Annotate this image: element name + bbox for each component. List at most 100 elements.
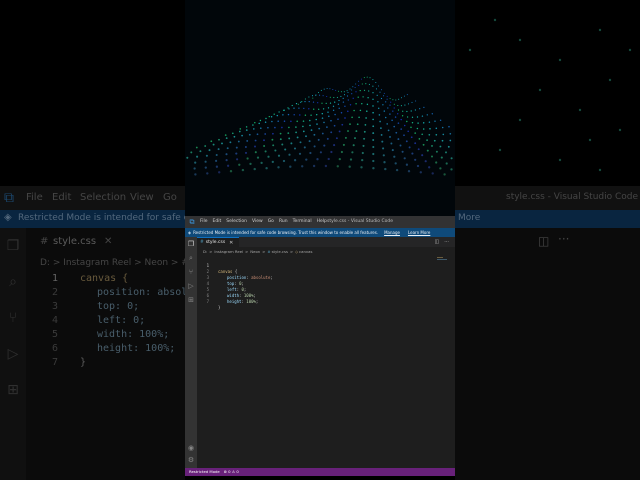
breadcrumb-folder-reel[interactable]: Instagram Reel xyxy=(214,249,243,254)
particle xyxy=(372,159,375,163)
particle xyxy=(249,162,252,166)
menu-go[interactable]: Go xyxy=(268,216,274,228)
minimap[interactable] xyxy=(421,257,451,297)
particle xyxy=(335,137,338,140)
code-editor[interactable]: 1 canvas { 2 position: absolute; 3 top: … xyxy=(197,257,455,310)
particle xyxy=(341,123,344,126)
restricted-mode-status[interactable]: Restricted Mode xyxy=(189,468,220,476)
particle xyxy=(326,95,328,98)
particle xyxy=(403,134,405,137)
particle xyxy=(372,132,375,135)
particle xyxy=(392,99,394,101)
particle xyxy=(383,95,385,97)
particle xyxy=(406,110,408,113)
manage-link[interactable]: Manage xyxy=(384,228,400,237)
particle xyxy=(338,90,339,92)
particle xyxy=(407,130,410,133)
particle xyxy=(265,167,268,170)
particle xyxy=(288,108,290,110)
run-debug-icon[interactable]: ▷ xyxy=(186,281,196,291)
particle xyxy=(225,137,228,139)
particle xyxy=(400,118,402,121)
particle xyxy=(435,133,438,136)
background-particle xyxy=(558,158,562,162)
particle xyxy=(315,113,318,116)
particle xyxy=(300,101,302,103)
menu-selection[interactable]: Selection xyxy=(226,216,247,228)
particle xyxy=(267,126,269,129)
particle xyxy=(386,123,389,125)
menu-help[interactable]: Help xyxy=(317,216,327,228)
particle xyxy=(315,118,317,121)
breadcrumb-css-icon: # xyxy=(267,249,271,254)
particle xyxy=(271,138,274,141)
menu-view[interactable]: View xyxy=(252,216,263,228)
particle xyxy=(344,117,346,119)
particle xyxy=(377,101,379,103)
breadcrumb-symbol[interactable]: canvas xyxy=(299,249,312,254)
breadcrumb-separator: > xyxy=(289,249,294,254)
explorer-icon[interactable]: ❐ xyxy=(186,239,196,249)
particle xyxy=(301,100,303,103)
account-icon[interactable]: ◉ xyxy=(186,443,196,453)
particle xyxy=(380,97,383,100)
particle xyxy=(369,77,371,79)
breadcrumb-file[interactable]: style.css xyxy=(272,249,288,254)
menu-file[interactable]: File xyxy=(200,216,208,228)
particle xyxy=(393,107,395,109)
particle xyxy=(361,83,363,85)
particle xyxy=(411,101,413,103)
menu-run[interactable]: Run xyxy=(279,216,288,228)
particle xyxy=(282,159,286,163)
particle xyxy=(343,94,346,96)
particle xyxy=(403,95,405,97)
problems-status[interactable]: ⊗ 0 ⚠ 0 xyxy=(224,468,239,476)
search-icon[interactable]: ⌕ xyxy=(186,253,196,263)
particle xyxy=(212,143,215,146)
particle xyxy=(351,93,353,95)
particle xyxy=(340,95,342,97)
particle xyxy=(332,109,335,112)
particle xyxy=(231,132,234,135)
more-actions-icon[interactable]: ··· xyxy=(444,239,449,245)
menu-terminal[interactable]: Terminal xyxy=(293,216,312,228)
particle xyxy=(236,158,239,161)
settings-gear-icon[interactable]: ⚙ xyxy=(186,455,196,465)
breadcrumb-drive[interactable]: D: xyxy=(203,249,207,254)
particle xyxy=(400,128,403,130)
particle xyxy=(274,149,277,152)
particle xyxy=(358,80,360,82)
particle xyxy=(340,150,343,154)
particle xyxy=(372,145,375,149)
particle xyxy=(358,116,360,119)
background-particle xyxy=(493,18,497,22)
status-bar: Restricted Mode ⊗ 0 ⚠ 0 xyxy=(185,468,455,476)
particle xyxy=(288,137,291,140)
particle xyxy=(434,120,436,122)
particle xyxy=(329,102,332,104)
particle xyxy=(308,108,310,110)
particle xyxy=(372,167,375,170)
particle xyxy=(252,124,254,126)
tab-close-icon[interactable]: ✕ xyxy=(229,240,233,246)
split-editor-icon[interactable]: ◫ xyxy=(434,239,439,245)
extensions-icon[interactable]: ⊞ xyxy=(186,295,196,305)
breadcrumb-folder-neon[interactable]: Neon xyxy=(250,249,260,254)
particle xyxy=(278,111,280,113)
particle xyxy=(381,89,382,91)
source-control-icon[interactable]: ⑂ xyxy=(186,267,196,277)
tab-style-css[interactable]: # style.css ✕ xyxy=(197,237,239,247)
particle xyxy=(391,119,393,122)
particle xyxy=(296,120,298,123)
particle xyxy=(323,121,325,124)
particle xyxy=(301,165,304,168)
particle xyxy=(352,86,354,88)
particle xyxy=(448,125,450,128)
particle xyxy=(327,111,329,113)
learn-more-link[interactable]: Learn More xyxy=(408,228,430,237)
particle xyxy=(322,95,324,97)
particle xyxy=(372,152,375,156)
particle xyxy=(390,142,393,145)
particle xyxy=(356,123,359,126)
menu-edit[interactable]: Edit xyxy=(213,216,222,228)
